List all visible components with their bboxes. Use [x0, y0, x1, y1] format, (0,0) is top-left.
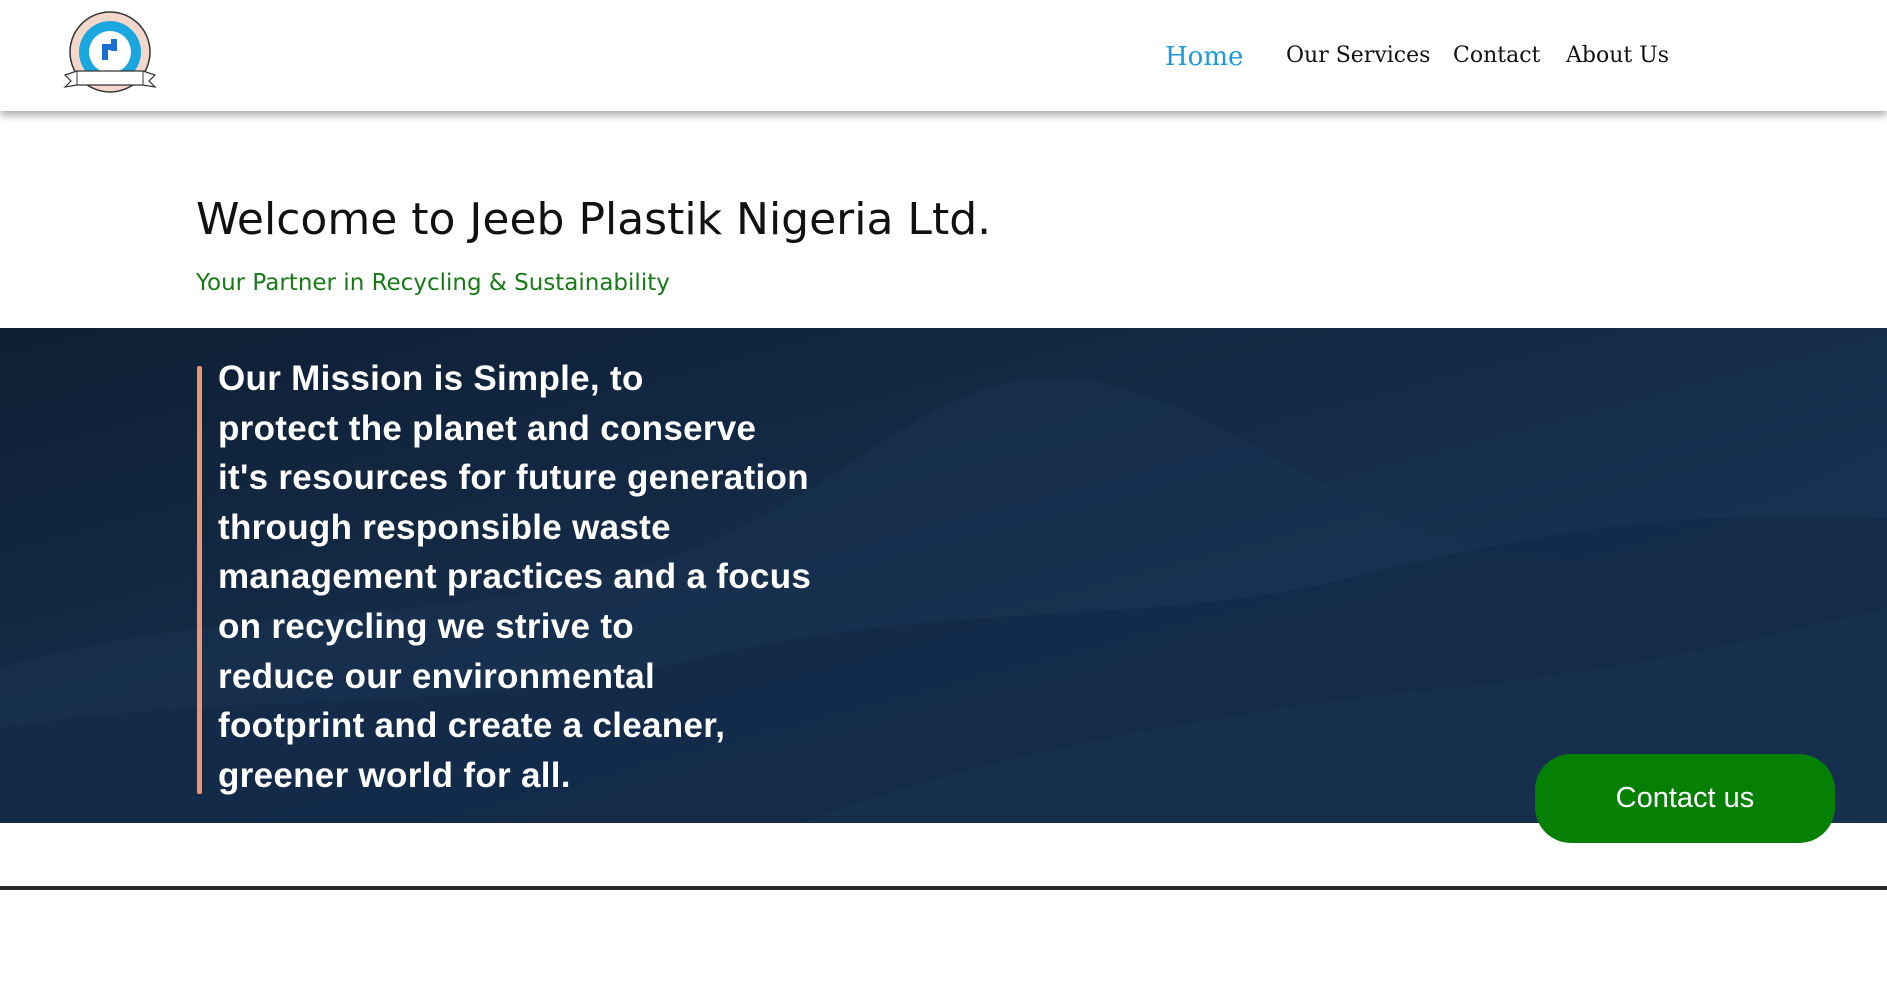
nav-contact-link[interactable]: Contact	[1453, 43, 1540, 68]
mission-line: through responsible waste	[218, 507, 671, 547]
mission-line: reduce our environmental	[218, 656, 656, 696]
nav-about-us-link[interactable]: About Us	[1566, 43, 1669, 68]
nav-our-services-link[interactable]: Our Services	[1286, 43, 1430, 68]
mission-line: greener world for all.	[218, 755, 571, 795]
mission-accent-bar	[197, 366, 202, 794]
mission-line: it's resources for future generation	[218, 458, 809, 498]
mission-line: protect the planet and conserve	[218, 408, 757, 448]
site-header: Home Our Services Contact About Us	[0, 0, 1887, 111]
nav-home-link[interactable]: Home	[1165, 42, 1243, 72]
mission-line: footprint and create a cleaner,	[218, 706, 726, 746]
next-section-edge	[0, 886, 1887, 890]
mission-line: on recycling we strive to	[218, 606, 634, 646]
main-nav: Home Our Services Contact About Us	[0, 42, 1887, 73]
next-section-curve	[15, 823, 1870, 983]
page-subtitle: Your Partner in Recycling & Sustainabili…	[196, 270, 670, 296]
mission-line: Our Mission is Simple, to	[218, 359, 644, 398]
mission-line: management practices and a focus	[218, 557, 812, 597]
page-title: Welcome to Jeeb Plastik Nigeria Ltd.	[196, 194, 992, 245]
mission-statement: Our Mission is Simple, to protect the pl…	[218, 354, 898, 800]
contact-us-button[interactable]: Contact us	[1535, 754, 1835, 843]
